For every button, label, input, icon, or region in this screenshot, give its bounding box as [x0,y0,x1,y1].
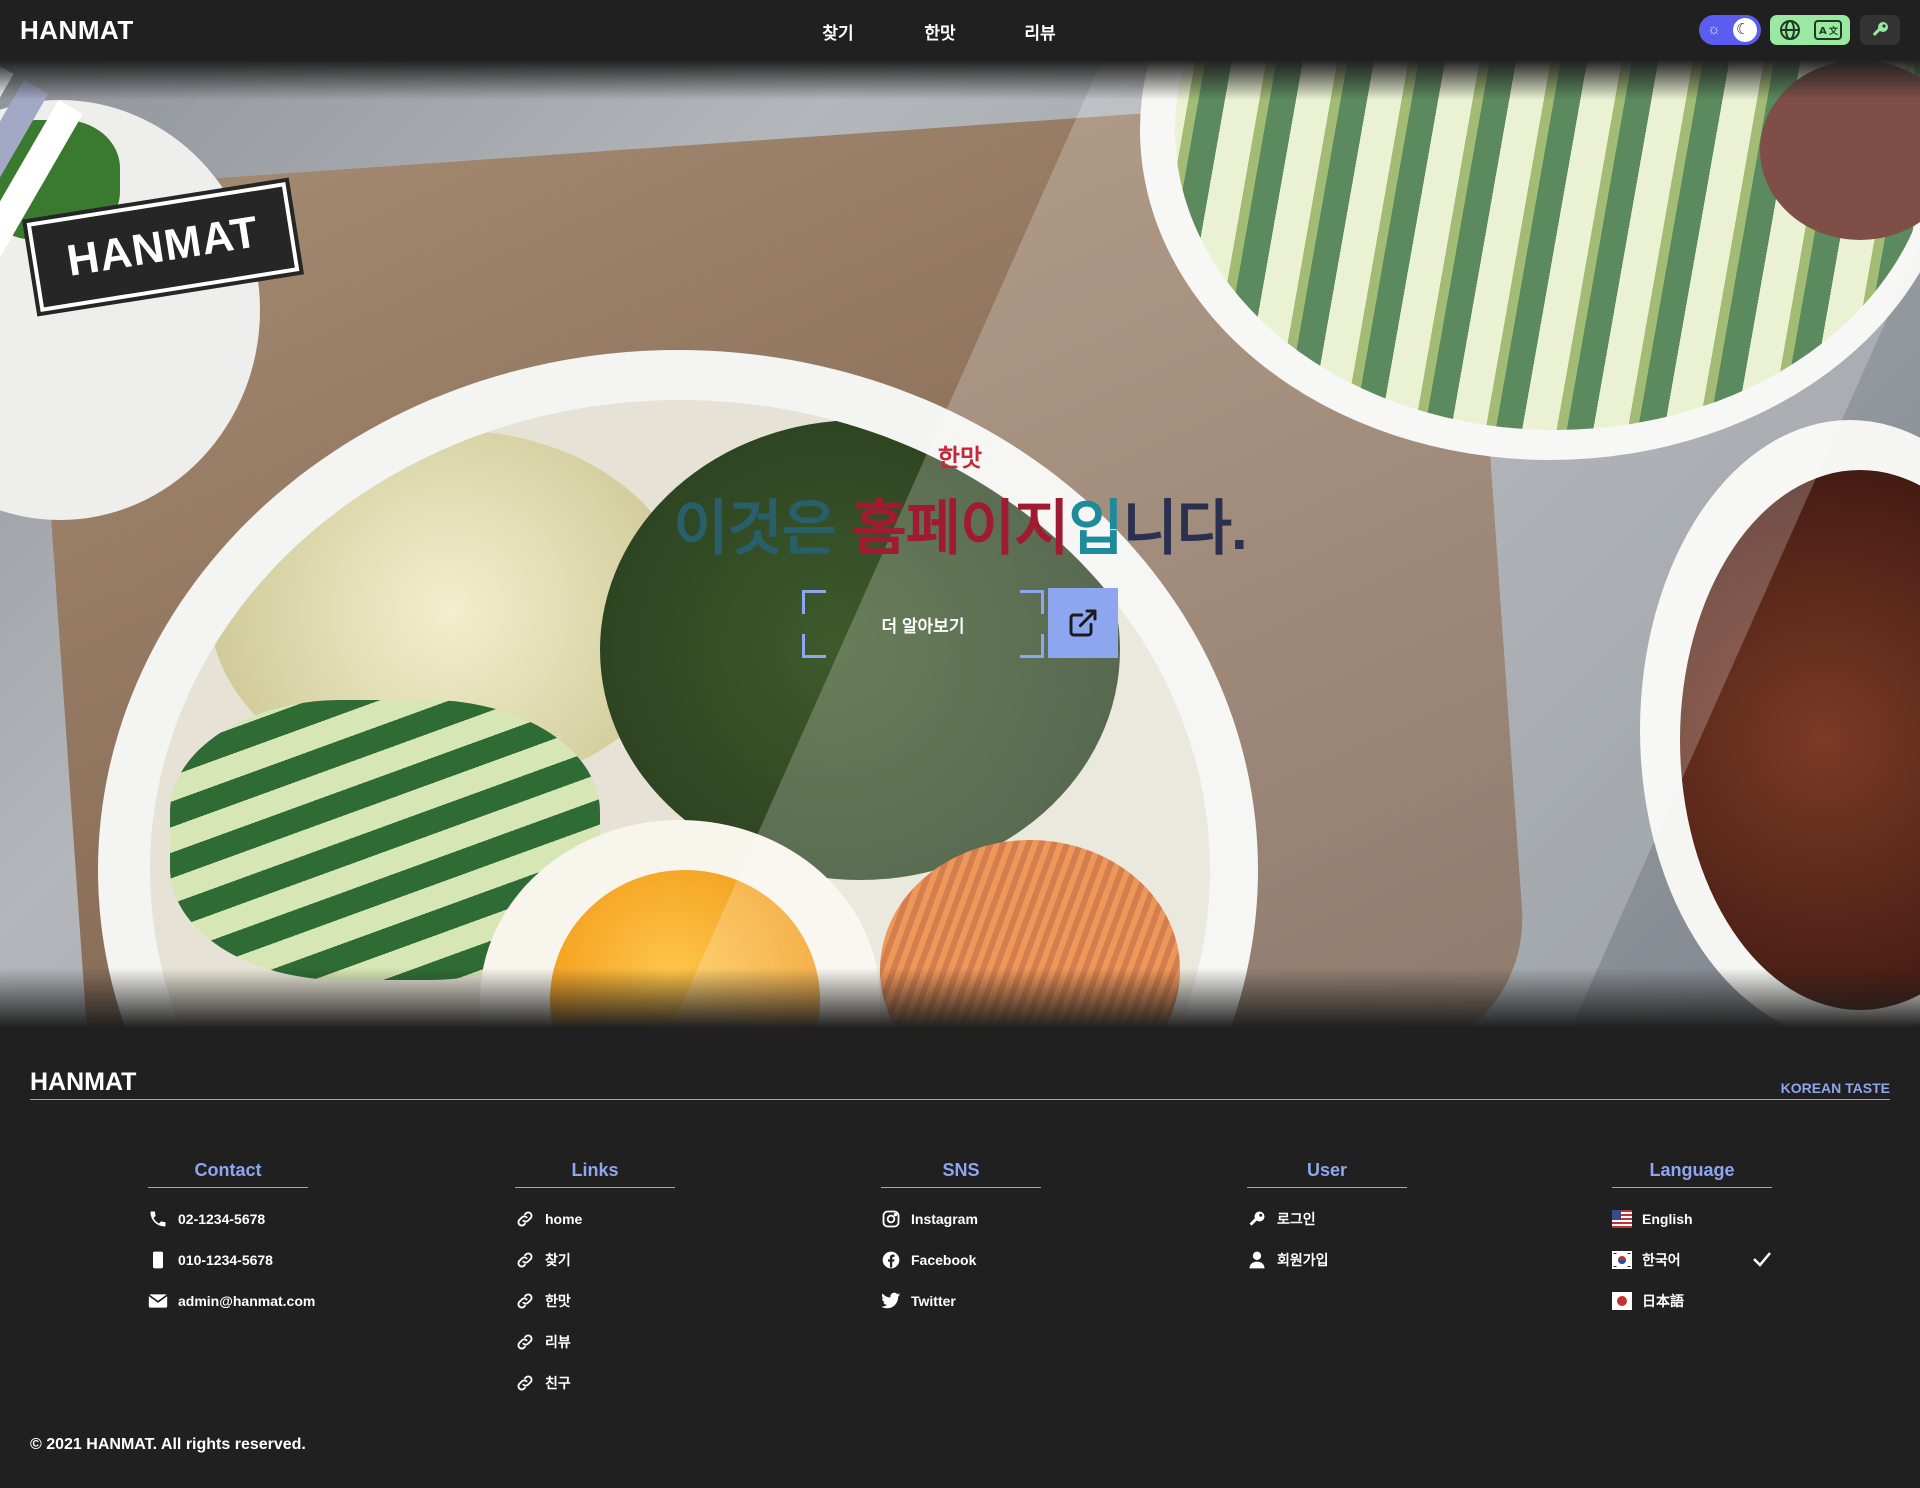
nav-item-hanmat[interactable]: 한맛 [908,19,972,44]
footer-divider [30,1099,1890,1100]
sun-icon: ☼ [1707,21,1721,38]
bracket-corner [802,634,826,658]
svg-text:A: A [1819,26,1827,37]
bracket-corner [1020,590,1044,614]
key-icon [1872,22,1888,36]
mobile-icon [148,1250,170,1270]
facebook-icon [881,1250,903,1270]
hero-title-part-1: 이것은 [673,495,852,562]
kr-flag-icon [1612,1250,1634,1270]
user-icon [1247,1250,1269,1270]
link-icon [515,1250,537,1270]
sns-instagram[interactable]: Instagram [881,1209,1181,1229]
sns-twitter[interactable]: Twitter [881,1291,1181,1311]
hero-bottom-fade [0,968,1920,1028]
brand-logo[interactable]: HANMAT [20,15,134,46]
hero-title-part-5: 니다. [1122,495,1248,562]
contact-mobile-label: 010-1234-5678 [178,1252,273,1268]
language-korean-label: 한국어 [1642,1252,1681,1268]
checkmark-icon [1752,1251,1772,1270]
footer-user-column: User 로그인 회원가입 [1247,1160,1547,1270]
language-korean[interactable]: 한국어 [1612,1250,1772,1270]
footer-link-home[interactable]: home [515,1209,815,1229]
footer-tagline: KOREAN TASTE [1780,1080,1890,1096]
instagram-icon [881,1209,903,1229]
bracket-corner [1020,634,1044,658]
contact-phone-label: 02-1234-5678 [178,1211,266,1227]
footer-link-find-label: 찾기 [545,1252,571,1268]
hero-title-part-2: 홈페이 [851,495,1016,562]
footer-sns-column: SNS Instagram Facebook Twitter [881,1160,1181,1311]
footer-link-find[interactable]: 찾기 [515,1250,815,1270]
key-icon [1247,1209,1269,1229]
main-nav: 찾기 한맛 리뷰 [808,19,1072,44]
external-link-icon [1069,609,1097,637]
login-key-button[interactable] [1860,15,1900,45]
sns-twitter-label: Twitter [911,1293,956,1309]
sns-heading: SNS [881,1160,1041,1188]
user-signup[interactable]: 회원가입 [1247,1250,1547,1270]
twitter-icon [881,1291,903,1311]
hero-top-fade [0,60,1920,100]
hero-title-part-4: 입 [1068,495,1123,562]
contact-email[interactable]: admin@hanmat.com [148,1291,448,1311]
link-icon [515,1373,537,1393]
translate-icon: A 文 [1814,20,1842,40]
hero-title-part-3: 지 [1014,495,1069,562]
user-login-label: 로그인 [1277,1211,1316,1227]
footer-link-hanmat-label: 한맛 [545,1293,571,1309]
sns-facebook[interactable]: Facebook [881,1250,1181,1270]
footer-language-column: Language English 한국어 日本語 [1612,1160,1772,1311]
contact-email-label: admin@hanmat.com [178,1293,316,1309]
link-icon [515,1291,537,1311]
language-heading: Language [1612,1160,1772,1188]
jp-flag-icon [1612,1291,1634,1311]
contact-mobile[interactable]: 010-1234-5678 [148,1250,448,1270]
nav-item-review[interactable]: 리뷰 [1008,19,1072,44]
sns-facebook-label: Facebook [911,1252,977,1268]
globe-icon [1780,20,1800,40]
footer-link-review[interactable]: 리뷰 [515,1332,815,1352]
user-heading: User [1247,1160,1407,1188]
footer-link-review-label: 리뷰 [545,1334,571,1350]
svg-text:文: 文 [1828,25,1839,37]
external-link-button[interactable] [1048,588,1118,658]
footer-brand: HANMAT [30,1068,137,1096]
sns-instagram-label: Instagram [911,1211,978,1227]
footer-link-hanmat[interactable]: 한맛 [515,1291,815,1311]
link-icon [515,1209,537,1229]
us-flag-icon [1612,1209,1634,1229]
footer-contact-column: Contact 02-1234-5678 010-1234-5678 admin… [148,1160,448,1311]
contact-phone[interactable]: 02-1234-5678 [148,1209,448,1229]
phone-icon [148,1209,170,1229]
user-signup-label: 회원가입 [1277,1252,1329,1268]
footer-link-home-label: home [545,1211,583,1227]
stamp-text: HANMAT [63,207,263,286]
language-japanese-label: 日本語 [1642,1293,1684,1309]
language-english[interactable]: English [1612,1209,1772,1229]
language-english-label: English [1642,1211,1693,1227]
language-japanese[interactable]: 日本語 [1612,1291,1772,1311]
contact-heading: Contact [148,1160,308,1188]
user-login[interactable]: 로그인 [1247,1209,1547,1229]
bracket-corner [802,590,826,614]
hero-title: 이것은 홈페이지입니다. [600,480,1320,567]
hero-subtitle: 한맛 [937,445,983,472]
learn-more-button[interactable]: 더 알아보기 [802,590,1044,658]
top-navigation-bar: HANMAT 찾기 한맛 리뷰 ☼ ☾ A 文 [0,0,1920,60]
footer-link-friend-label: 친구 [545,1375,571,1391]
link-icon [515,1332,537,1352]
language-toggle[interactable]: A 文 [1770,15,1850,45]
copyright-text: © 2021 HANMAT. All rights reserved. [30,1436,306,1453]
mail-icon [148,1291,170,1311]
learn-more-label: 더 알아보기 [881,617,965,636]
links-heading: Links [515,1160,675,1188]
footer-links-column: Links home 찾기 한맛 리뷰 친구 [515,1160,815,1393]
moon-icon: ☾ [1736,21,1750,38]
nav-item-find[interactable]: 찾기 [808,19,868,44]
footer-link-friend[interactable]: 친구 [515,1373,815,1393]
theme-toggle[interactable]: ☼ ☾ [1699,15,1761,45]
